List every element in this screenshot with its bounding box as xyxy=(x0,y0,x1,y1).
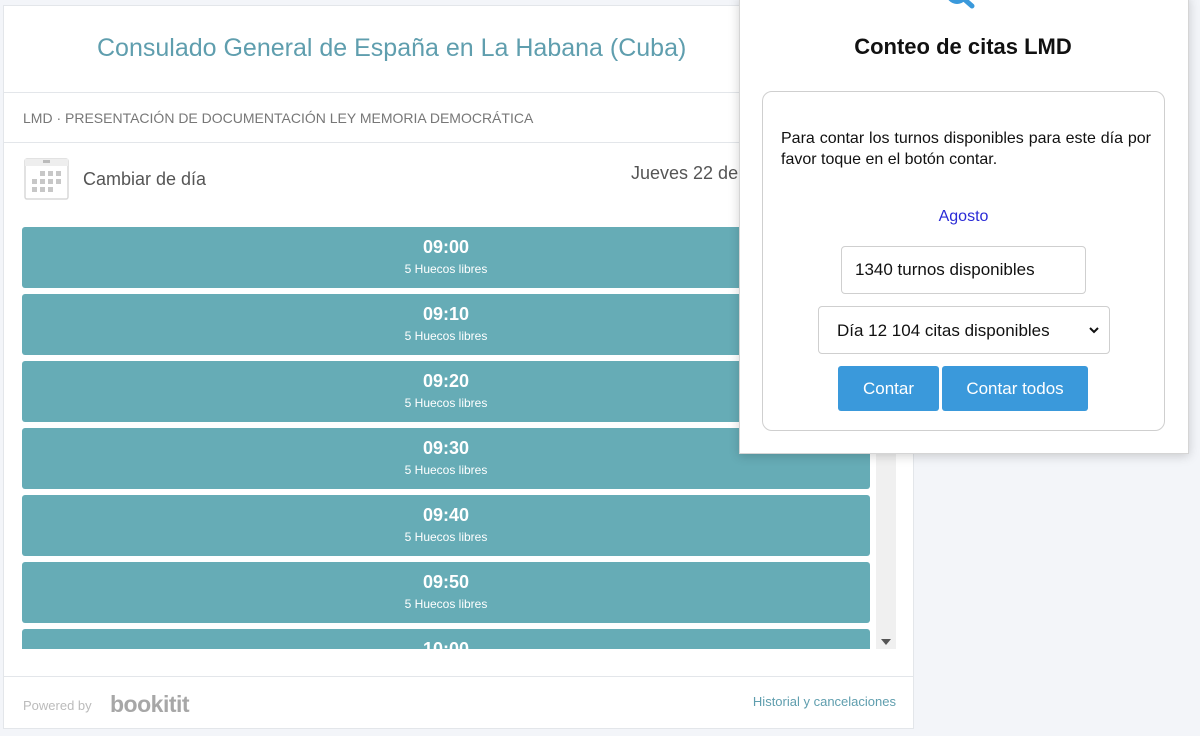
current-date: Jueves 22 de xyxy=(631,163,739,183)
calendar-icon[interactable] xyxy=(24,156,69,200)
slot-time: 09:40 xyxy=(422,505,470,525)
brand-logo[interactable]: bookitit xyxy=(110,691,190,718)
powered-by-label: Powered by xyxy=(23,698,92,713)
popup-title: Conteo de citas LMD xyxy=(854,34,1072,59)
slot-button[interactable]: 09:40 5 Huecos libres xyxy=(22,495,870,556)
day-select[interactable]: Día 12 104 citas disponibles xyxy=(818,306,1110,354)
chevron-down-icon xyxy=(1089,327,1099,334)
change-day-link[interactable]: Cambiar de día xyxy=(83,169,206,190)
extension-popup: Conteo de citas LMD Para contar los turn… xyxy=(739,0,1189,454)
turns-input[interactable] xyxy=(841,246,1086,294)
slot-time: 10:00 xyxy=(422,639,470,649)
day-select-value: Día 12 104 citas disponibles xyxy=(837,321,1050,340)
popup-description: Para contar los turnos disponibles para … xyxy=(781,130,1151,168)
month-label: Agosto xyxy=(938,208,989,225)
slot-free: 5 Huecos libres xyxy=(404,530,488,544)
count-all-button[interactable]: Contar todos xyxy=(942,366,1088,411)
count-button[interactable]: Contar xyxy=(838,366,939,411)
slot-button[interactable]: 09:50 5 Huecos libres xyxy=(22,562,870,623)
scroll-down-arrow-icon[interactable] xyxy=(881,639,891,645)
slot-free: 5 Huecos libres xyxy=(404,597,488,611)
history-link[interactable]: Historial y cancelaciones xyxy=(753,694,896,709)
widget-footer: Powered by bookitit Historial y cancelac… xyxy=(4,676,913,728)
popup-card: Para contar los turnos disponibles para … xyxy=(762,91,1165,431)
magnifier-icon xyxy=(948,0,975,9)
service-name: LMD · PRESENTACIÓN DE DOCUMENTACIÓN LEY … xyxy=(23,110,534,126)
slot-time: 09:50 xyxy=(422,572,470,592)
slot-button[interactable]: 10:00 xyxy=(22,629,870,649)
slot-free: 5 Huecos libres xyxy=(404,463,488,477)
consulate-title: Consulado General de España en La Habana… xyxy=(97,34,687,62)
